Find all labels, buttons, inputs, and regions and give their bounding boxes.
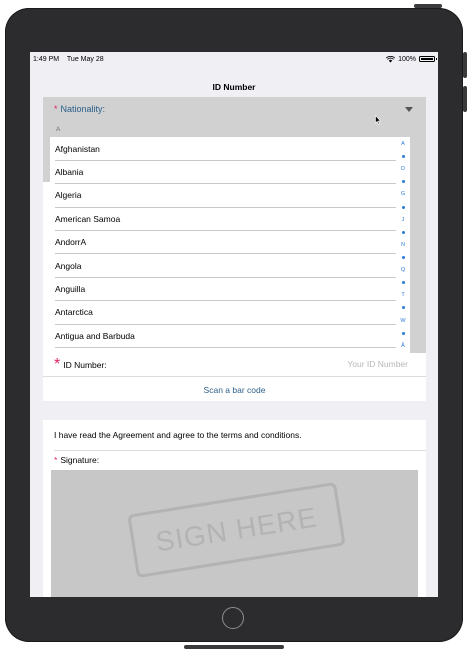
wifi-icon (386, 55, 396, 62)
dropdown-triangle-icon[interactable] (405, 107, 413, 112)
signature-label-text: Signature: (60, 455, 100, 465)
country-list[interactable]: Afghanistan Albania Algeria American Sam… (50, 137, 396, 353)
index-dot (401, 155, 405, 159)
index-letter[interactable]: D (401, 166, 405, 172)
index-letter[interactable]: J (402, 217, 405, 223)
status-bar: 1:49 PM Tue May 28 100% (30, 52, 438, 66)
index-letter[interactable]: A (401, 141, 405, 147)
screen: 1:49 PM Tue May 28 100% ID Number * Natio… (30, 52, 438, 597)
page-title: ID Number (212, 82, 256, 92)
required-mark: * (54, 355, 61, 373)
home-button[interactable] (222, 607, 244, 629)
list-item[interactable]: American Samoa (50, 207, 396, 231)
list-item[interactable]: Antigua and Barbuda (50, 324, 396, 348)
list-item[interactable]: Albania (50, 160, 396, 185)
status-date: Tue May 28 (66, 55, 104, 63)
signature-label: * Signature: (54, 455, 99, 465)
required-mark: * (54, 455, 58, 465)
index-letter[interactable]: T (401, 292, 404, 298)
index-dot (401, 281, 405, 285)
volume-down-button (463, 86, 467, 112)
section-index-bar[interactable]: A D G J N Q T W Å (396, 137, 410, 353)
index-dot (401, 331, 405, 335)
battery-percent: 100% (398, 55, 416, 63)
list-item[interactable]: Algeria (50, 184, 396, 208)
status-time: 1:49 PM (33, 55, 60, 63)
agreement-text: I have read the Agreement and agree to t… (54, 430, 302, 440)
mouse-cursor-icon (375, 115, 381, 125)
index-letter[interactable]: Q (401, 267, 405, 273)
agreement-card: I have read the Agreement and agree to t… (43, 420, 426, 597)
form-card: * Nationality: A Afghanistan Albania Alge… (43, 97, 426, 401)
volume-up-button (463, 52, 467, 78)
index-dot (401, 205, 405, 209)
index-letter[interactable]: N (401, 242, 405, 248)
list-item[interactable]: Afghanistan (50, 137, 396, 161)
index-letter[interactable]: G (401, 191, 405, 197)
section-header: A (56, 126, 61, 133)
bottom-edge-bar (184, 645, 284, 649)
battery-icon (419, 56, 437, 62)
power-button (414, 4, 442, 8)
id-number-input[interactable] (256, 358, 410, 370)
nationality-label-text: Nationality: (60, 104, 106, 114)
index-letter[interactable]: Å (401, 343, 405, 349)
required-mark: * (54, 104, 58, 114)
list-item[interactable]: Angola (50, 254, 396, 278)
divider (54, 450, 426, 451)
index-letter[interactable]: W (400, 318, 405, 324)
list-item[interactable]: Anguilla (50, 277, 396, 302)
scan-barcode-button[interactable]: Scan a bar code (43, 378, 426, 401)
id-number-row: * ID Number: (43, 353, 426, 377)
index-dot (401, 230, 405, 234)
index-dot (401, 256, 405, 260)
index-dot (401, 180, 405, 184)
list-item[interactable]: Antarctica (50, 301, 396, 325)
id-number-label: ID Number: (63, 359, 107, 370)
picker-gutter (410, 137, 426, 353)
sign-here-stamp-icon: SIGN HERE (127, 481, 346, 579)
signature-pad[interactable]: SIGN HERE (51, 470, 418, 597)
index-dot (401, 306, 405, 310)
list-item[interactable]: AndorrA (50, 231, 396, 255)
nationality-label: * Nationality: (54, 104, 105, 114)
